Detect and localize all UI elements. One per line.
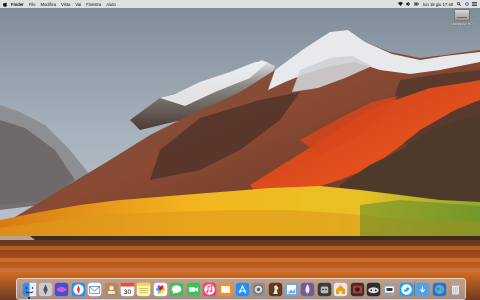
menu-aiuto[interactable]: Aiuto: [106, 2, 116, 7]
mail-icon: [87, 282, 102, 296]
system-preferences-icon: [251, 282, 266, 296]
disk-label: Macintosh HD: [451, 22, 473, 26]
facetime-icon: [186, 282, 200, 296]
game-controller-icon: [366, 282, 381, 296]
dock-item-facetime[interactable]: [185, 281, 201, 297]
dock-item-calendar[interactable]: 30: [119, 281, 135, 297]
dock-item-robot[interactable]: [316, 281, 332, 297]
menu-vai[interactable]: Vai: [75, 2, 81, 7]
calendar-icon: 30: [120, 282, 135, 296]
running-indicator: [28, 296, 30, 299]
finder-icon: [22, 282, 36, 296]
menu-finestra[interactable]: Finestra: [86, 2, 101, 7]
dock-item-globe[interactable]: [431, 281, 447, 297]
notes-icon: [137, 282, 151, 296]
dock-item-downloads[interactable]: [415, 281, 431, 297]
downloads-folder-icon: [415, 282, 430, 296]
ibooks-icon: [219, 282, 233, 296]
dock-item-finder[interactable]: [21, 281, 37, 299]
dock-item-messages[interactable]: [169, 281, 185, 297]
dock-item-trash[interactable]: [447, 281, 463, 297]
dock-item-itunes[interactable]: [201, 281, 217, 297]
chess-icon: [268, 282, 282, 296]
dock-item-mail[interactable]: [87, 281, 103, 297]
migration-icon: [383, 282, 397, 296]
wifi-icon[interactable]: [398, 2, 404, 7]
dock-item-preview[interactable]: [283, 281, 299, 297]
dock-item-chess[interactable]: [267, 281, 283, 297]
desktop-disk-item[interactable]: Macintosh HD: [447, 9, 477, 31]
menu-vista[interactable]: Vista: [61, 2, 70, 7]
dock-item-rocket[interactable]: [300, 281, 316, 297]
dock-item-home[interactable]: [333, 281, 349, 297]
dock: 30: [16, 278, 466, 300]
desktop-wallpaper: [0, 0, 480, 300]
messages-icon: [169, 282, 184, 296]
menu-clock[interactable]: lun 18 giu 17:48: [423, 2, 453, 7]
menu-file[interactable]: File: [29, 2, 36, 7]
menu-finder[interactable]: Finder: [11, 2, 24, 7]
dock-item-system-preferences[interactable]: [251, 281, 267, 297]
launchpad-icon: [38, 282, 53, 296]
search-icon[interactable]: [456, 2, 461, 7]
volume-icon[interactable]: [406, 2, 411, 7]
menu-modifica[interactable]: Modifica: [41, 2, 57, 7]
app-store-icon: [235, 282, 249, 296]
menu-bar: Finder File Modifica Vista Vai Finestra …: [0, 0, 480, 8]
robot-icon: [317, 282, 331, 296]
itunes-icon: [202, 282, 217, 296]
dock-item-photos[interactable]: [152, 281, 168, 297]
dock-item-tweetbot[interactable]: [398, 281, 414, 297]
dock-item-siri[interactable]: [54, 281, 70, 297]
contacts-icon: [104, 282, 118, 296]
dock-item-app-store[interactable]: [234, 281, 250, 297]
battery-icon[interactable]: [414, 2, 420, 7]
siri-icon[interactable]: [464, 2, 469, 7]
siri-icon: [55, 282, 69, 296]
trash-icon: [450, 284, 460, 295]
dock-icons: 30: [17, 279, 465, 299]
dock-item-migration[interactable]: [382, 281, 398, 297]
photos-icon: [153, 282, 167, 296]
status-area: lun 18 giu 17:48: [395, 0, 477, 8]
dock-item-game-controller[interactable]: [365, 281, 381, 297]
twitter-icon: [399, 282, 413, 296]
dock-item-launchpad[interactable]: [37, 281, 53, 297]
dock-item-photo-booth[interactable]: [349, 281, 365, 297]
hard-drive-icon: [454, 9, 470, 21]
safari-icon: [71, 282, 85, 296]
svg-text:30: 30: [124, 289, 132, 296]
rocket-icon: [301, 282, 315, 296]
dock-item-safari[interactable]: [70, 281, 86, 297]
globe-icon: [432, 282, 446, 296]
notifications-icon[interactable]: [472, 2, 477, 7]
dock-item-notes[interactable]: [136, 281, 152, 297]
dock-item-contacts[interactable]: [103, 281, 119, 297]
home-icon: [333, 282, 348, 296]
dock-item-ibooks[interactable]: [218, 281, 234, 297]
apple-menu-icon[interactable]: [3, 1, 7, 7]
preview-icon: [284, 282, 299, 296]
photo-booth-icon: [350, 282, 364, 296]
